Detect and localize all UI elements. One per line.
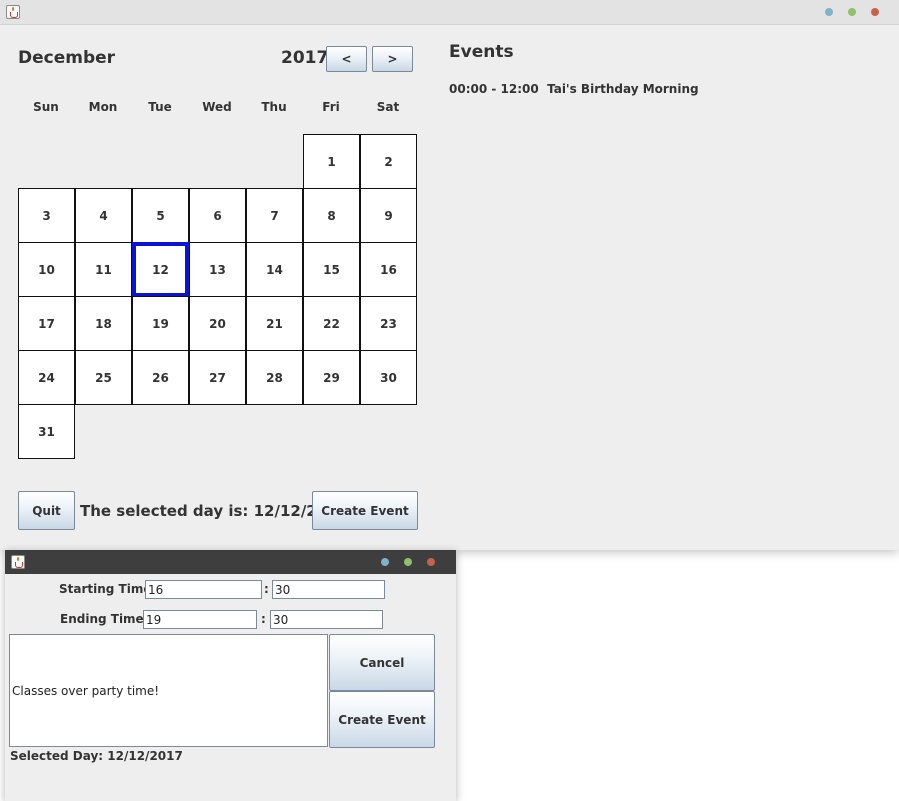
day-cell-3[interactable]: 3 xyxy=(18,188,75,243)
day-cell-4[interactable]: 4 xyxy=(75,188,132,243)
previous-month-button[interactable]: < xyxy=(326,46,367,72)
day-cell-24[interactable]: 24 xyxy=(18,350,75,405)
create-event-dialog: Starting Time: : Ending Time: : Classes … xyxy=(5,550,456,801)
create-event-button[interactable]: Create Event xyxy=(312,491,418,530)
day-cell-15[interactable]: 15 xyxy=(303,242,360,297)
day-cell-16[interactable]: 16 xyxy=(360,242,417,297)
day-cell-1[interactable]: 1 xyxy=(303,134,360,189)
day-cell-29[interactable]: 29 xyxy=(303,350,360,405)
day-cell-28[interactable]: 28 xyxy=(246,350,303,405)
starting-time-label: Starting Time: xyxy=(59,582,157,596)
event-description-text: Classes over party time! xyxy=(12,683,160,698)
day-cell-25[interactable]: 25 xyxy=(75,350,132,405)
day-cell-17[interactable]: 17 xyxy=(18,296,75,351)
day-cell-26[interactable]: 26 xyxy=(132,350,189,405)
start-hour-field[interactable] xyxy=(145,580,262,599)
ending-time-label: Ending Time: xyxy=(60,612,149,626)
maximize-button[interactable] xyxy=(404,558,412,566)
day-cell-10[interactable]: 10 xyxy=(18,242,75,297)
title-bar xyxy=(0,0,899,25)
close-button[interactable] xyxy=(871,8,879,16)
event-item: 00:00 - 12:00 Tai's Birthday Morning xyxy=(449,82,699,96)
weekday-tue: Tue xyxy=(148,100,172,114)
events-title: Events xyxy=(449,42,514,62)
next-month-button[interactable]: > xyxy=(372,46,413,72)
weekday-mon: Mon xyxy=(88,100,118,114)
day-cell-23[interactable]: 23 xyxy=(360,296,417,351)
weekday-wed: Wed xyxy=(202,100,232,114)
selected-day-text: The selected day is: 12/12/2017 xyxy=(80,502,349,520)
day-cell-11[interactable]: 11 xyxy=(75,242,132,297)
day-cell-13[interactable]: 13 xyxy=(189,242,246,297)
day-cell-6[interactable]: 6 xyxy=(189,188,246,243)
event-description-area[interactable]: Classes over party time! xyxy=(9,634,328,747)
day-cell-8[interactable]: 8 xyxy=(303,188,360,243)
end-hour-field[interactable] xyxy=(143,610,257,629)
java-app-icon xyxy=(11,555,25,569)
weekday-fri: Fri xyxy=(322,100,340,114)
day-cell-19[interactable]: 19 xyxy=(132,296,189,351)
day-cell-18[interactable]: 18 xyxy=(75,296,132,351)
day-cell-12[interactable]: 12 xyxy=(132,242,189,297)
month-label: December xyxy=(18,48,116,68)
day-cell-21[interactable]: 21 xyxy=(246,296,303,351)
day-cell-2[interactable]: 2 xyxy=(360,134,417,189)
day-cell-30[interactable]: 30 xyxy=(360,350,417,405)
dialog-title-bar xyxy=(5,550,456,574)
quit-button[interactable]: Quit xyxy=(18,491,75,530)
weekday-sun: Sun xyxy=(33,100,59,114)
year-label: 2017 xyxy=(281,48,329,68)
dialog-create-event-button[interactable]: Create Event xyxy=(329,691,435,748)
day-cell-14[interactable]: 14 xyxy=(246,242,303,297)
maximize-button[interactable] xyxy=(848,8,856,16)
end-colon: : xyxy=(261,612,266,626)
dialog-selected-day-text: Selected Day: 12/12/2017 xyxy=(10,749,183,763)
day-cell-5[interactable]: 5 xyxy=(132,188,189,243)
minimize-button[interactable] xyxy=(825,8,833,16)
calendar-window: December 2017 < > Sun Mon Tue Wed Thu Fri Sat … xyxy=(0,0,899,550)
start-minute-field[interactable] xyxy=(272,580,385,599)
day-cell-9[interactable]: 9 xyxy=(360,188,417,243)
close-button[interactable] xyxy=(427,558,435,566)
minimize-button[interactable] xyxy=(381,558,389,566)
start-colon: : xyxy=(264,582,269,596)
weekday-sat: Sat xyxy=(376,100,400,114)
day-cell-27[interactable]: 27 xyxy=(189,350,246,405)
end-minute-field[interactable] xyxy=(270,610,383,629)
java-app-icon xyxy=(6,5,20,19)
day-cell-22[interactable]: 22 xyxy=(303,296,360,351)
weekday-thu: Thu xyxy=(261,100,287,114)
day-cell-31[interactable]: 31 xyxy=(18,404,75,459)
cancel-button[interactable]: Cancel xyxy=(329,634,435,691)
day-cell-7[interactable]: 7 xyxy=(246,188,303,243)
day-cell-20[interactable]: 20 xyxy=(189,296,246,351)
